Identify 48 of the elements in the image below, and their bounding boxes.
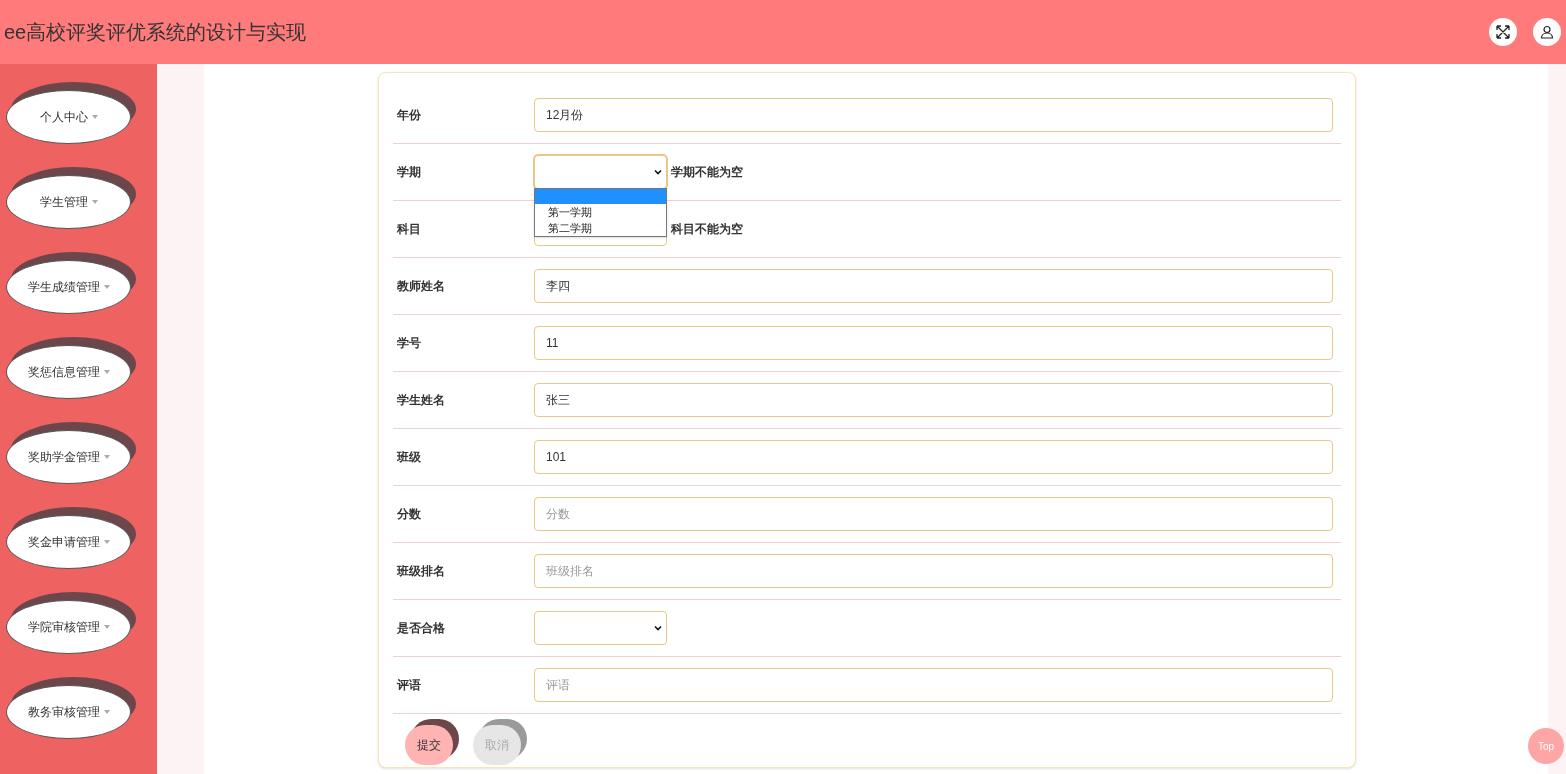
menu-item[interactable]: 奖惩信息管理 — [6, 345, 131, 399]
input-field[interactable]: 评语 — [534, 668, 1333, 702]
field-label: 教师姓名 — [396, 278, 446, 295]
input-field[interactable]: 101 — [534, 440, 1333, 474]
expand-icon — [1496, 25, 1510, 39]
dropdown-option[interactable]: 第二学期 — [535, 220, 666, 236]
field-label: 班级排名 — [395, 563, 446, 580]
input-field[interactable]: 张三 — [534, 383, 1333, 417]
menu-item[interactable]: 奖助学金管理 — [6, 430, 131, 484]
menu-item[interactable]: 教务审核管理 — [6, 685, 131, 739]
caret-icon — [103, 455, 110, 459]
caret-icon — [103, 285, 110, 289]
field-label: 年份 — [396, 107, 422, 124]
caret-icon — [91, 200, 98, 204]
menu-item[interactable]: 个人中心 — [6, 90, 131, 144]
select-field[interactable] — [534, 611, 667, 645]
field-label: 班级 — [395, 449, 422, 466]
caret-icon — [103, 370, 110, 374]
menu-item[interactable]: 学生成绩管理 — [6, 260, 131, 314]
input-field[interactable]: 12月份 — [534, 98, 1333, 132]
input-field[interactable]: 班级排名 — [534, 554, 1333, 588]
field-label: 学期 — [396, 164, 422, 181]
field-label: 科目 — [396, 221, 422, 238]
caret-icon — [103, 710, 110, 714]
user-icon — [1540, 25, 1554, 39]
input-field[interactable]: 11 — [534, 326, 1333, 360]
input-field[interactable]: 分数 — [534, 497, 1333, 531]
field-label: 分数 — [396, 506, 422, 523]
caret-icon — [103, 625, 110, 629]
menu-item[interactable]: 学生管理 — [6, 175, 131, 229]
field-label: 是否合格 — [396, 620, 446, 637]
caret-icon — [91, 115, 98, 119]
app-title: ee高校评奖评优系统的设计与实现 — [3, 20, 307, 45]
fullscreen-button[interactable] — [1489, 18, 1517, 46]
select-field[interactable] — [534, 155, 667, 189]
field-label: 学号 — [396, 335, 422, 352]
menu-item[interactable]: 学院审核管理 — [6, 600, 131, 654]
error-message: 学期不能为空 — [671, 164, 743, 181]
error-message: 科目不能为空 — [671, 221, 743, 238]
chevron-icon — [654, 625, 662, 631]
field-label: 学生姓名 — [396, 392, 446, 409]
input-field[interactable]: 李四 — [534, 269, 1333, 303]
caret-icon — [103, 540, 110, 544]
menu-item[interactable]: 奖金申请管理 — [6, 515, 131, 569]
user-button[interactable] — [1533, 18, 1561, 46]
chevron-icon — [654, 169, 662, 175]
dropdown-option[interactable]: 第一学期 — [535, 204, 666, 220]
field-label: 评语 — [395, 677, 422, 694]
